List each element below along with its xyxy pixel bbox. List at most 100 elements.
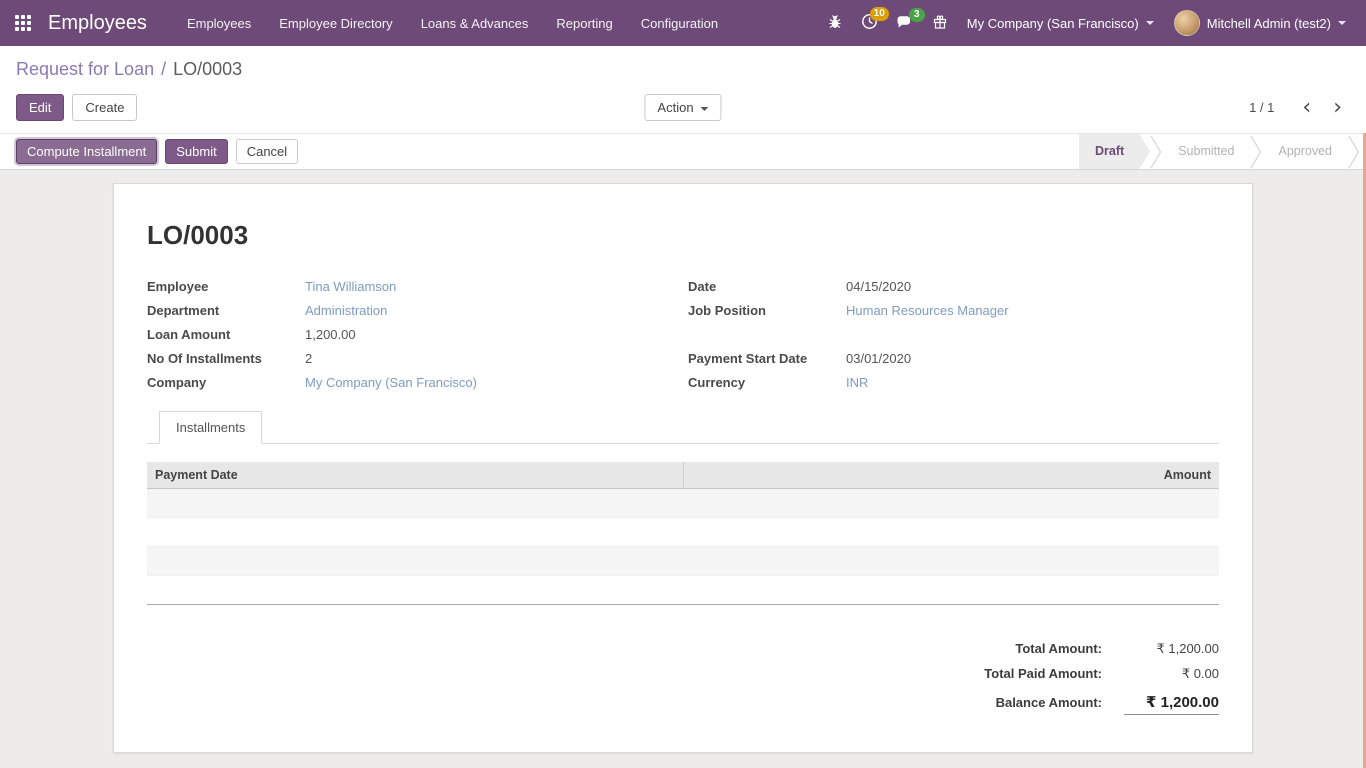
field-payment-start-date: Payment Start Date 03/01/2020: [688, 347, 1219, 371]
statusbar-arrow-icon: [1250, 134, 1262, 169]
gift-icon: [932, 14, 948, 33]
apps-grid-icon: [15, 15, 31, 31]
tab-installments[interactable]: Installments: [159, 411, 262, 444]
field-loan-amount: Loan Amount 1,200.00: [147, 323, 678, 347]
user-avatar: [1174, 10, 1200, 36]
field-installments-count: No Of Installments 2: [147, 347, 678, 371]
field-loan-amount-label: Loan Amount: [147, 327, 305, 343]
action-label: Action: [657, 100, 693, 115]
status-approved-label: Approved: [1278, 144, 1332, 158]
field-loan-amount-value: 1,200.00: [305, 327, 356, 343]
breadcrumb: Request for Loan / LO/0003: [0, 46, 1366, 87]
field-department-label: Department: [147, 303, 305, 319]
compute-installment-button[interactable]: Compute Installment: [16, 139, 157, 164]
status-submitted-label: Submitted: [1178, 144, 1234, 158]
field-column-right: Date 04/15/2020 Job Position Human Resou…: [688, 275, 1219, 395]
user-menu[interactable]: Mitchell Admin (test2): [1164, 0, 1356, 46]
total-paid-row: Total Paid Amount: ₹ 0.00: [984, 666, 1219, 682]
company-switcher[interactable]: My Company (San Francisco): [957, 0, 1164, 46]
notebook-tabs: Installments: [147, 411, 1219, 444]
navbar-systray: 10 3: [818, 0, 1356, 46]
breadcrumb-parent-link[interactable]: Request for Loan: [16, 59, 154, 80]
pager: 1 / 1 ‹ ›: [1249, 100, 1350, 116]
pager-next-button[interactable]: ›: [1325, 100, 1350, 116]
control-panel-buttons: Edit Create: [16, 94, 137, 121]
cancel-button[interactable]: Cancel: [236, 139, 298, 164]
submit-button[interactable]: Submit: [165, 139, 227, 164]
field-company-value[interactable]: My Company (San Francisco): [305, 375, 477, 391]
field-department-value[interactable]: Administration: [305, 303, 387, 319]
installment-empty-row: [147, 547, 1219, 576]
totals-block: Total Amount: ₹ 1,200.00 Total Paid Amou…: [147, 641, 1219, 724]
column-amount[interactable]: Amount: [683, 462, 1219, 488]
field-employee-value[interactable]: Tina Williamson: [305, 279, 396, 295]
total-paid-label: Total Paid Amount:: [984, 666, 1102, 681]
field-department: Department Administration: [147, 299, 678, 323]
create-button[interactable]: Create: [72, 94, 137, 121]
status-draft[interactable]: Draft: [1079, 134, 1150, 169]
pager-previous-button[interactable]: ‹: [1294, 100, 1319, 116]
column-payment-date[interactable]: Payment Date: [147, 462, 683, 488]
field-spacer-row: [688, 323, 1219, 347]
total-amount-label: Total Amount:: [1015, 641, 1102, 656]
total-amount-value: ₹ 1,200.00: [1124, 641, 1219, 657]
top-navbar: Employees Employees Employee Directory L…: [0, 0, 1366, 46]
field-job-position-label: Job Position: [688, 303, 846, 319]
field-job-position-value[interactable]: Human Resources Manager: [846, 303, 1009, 319]
top-menu: Employees Employee Directory Loans & Adv…: [173, 0, 732, 46]
bug-icon: [827, 14, 843, 33]
field-date: Date 04/15/2020: [688, 275, 1219, 299]
field-installments-count-label: No Of Installments: [147, 351, 305, 367]
field-date-label: Date: [688, 279, 846, 295]
user-name: Mitchell Admin (test2): [1207, 16, 1331, 31]
field-currency-label: Currency: [688, 375, 846, 391]
control-panel: Edit Create Action 1 / 1 ‹ ›: [0, 87, 1366, 133]
rewards-button[interactable]: [923, 8, 957, 39]
messages-button[interactable]: 3: [887, 8, 923, 39]
apps-menu-button[interactable]: [4, 0, 42, 46]
form-statusbar: Compute Installment Submit Cancel Draft …: [0, 133, 1366, 170]
field-currency-value[interactable]: INR: [846, 375, 868, 391]
balance-amount-value: ₹ 1,200.00: [1124, 693, 1219, 715]
status-submitted[interactable]: Submitted: [1162, 134, 1250, 169]
menu-item-employee-directory[interactable]: Employee Directory: [265, 0, 406, 46]
caret-down-icon: [701, 107, 709, 111]
content-area: LO/0003 Employee Tina Williamson Departm…: [0, 170, 1366, 747]
breadcrumb-current: LO/0003: [173, 59, 242, 80]
menu-item-employees[interactable]: Employees: [173, 0, 265, 46]
balance-amount-row: Balance Amount: ₹ 1,200.00: [996, 693, 1219, 715]
edit-button[interactable]: Edit: [16, 94, 64, 121]
caret-down-icon: [1338, 21, 1346, 25]
field-company: Company My Company (San Francisco): [147, 371, 678, 395]
installment-empty-row: [147, 518, 1219, 547]
installments-table-header: Payment Date Amount: [147, 462, 1219, 489]
menu-item-configuration[interactable]: Configuration: [627, 0, 732, 46]
status-draft-label: Draft: [1095, 144, 1124, 158]
company-name: My Company (San Francisco): [967, 16, 1139, 31]
installment-empty-row: [147, 576, 1219, 605]
field-spacer-label: [688, 327, 846, 343]
statusbar-arrow-icon: [1348, 134, 1360, 169]
app-name[interactable]: Employees: [48, 12, 147, 35]
debug-mode-button[interactable]: [818, 8, 852, 39]
activities-button[interactable]: 10: [852, 7, 887, 39]
field-column-left: Employee Tina Williamson Department Admi…: [147, 275, 678, 395]
field-installments-count-value: 2: [305, 351, 312, 367]
field-payment-start-date-label: Payment Start Date: [688, 351, 846, 367]
action-dropdown-button[interactable]: Action: [644, 94, 721, 121]
statusbar-states: Draft Submitted Approved: [1079, 134, 1366, 169]
menu-item-loans-advances[interactable]: Loans & Advances: [407, 0, 543, 46]
menu-item-reporting[interactable]: Reporting: [542, 0, 626, 46]
field-payment-start-date-value: 03/01/2020: [846, 351, 911, 367]
action-menu-wrap: Action: [644, 94, 721, 121]
pager-count: 1 / 1: [1249, 100, 1274, 115]
form-sheet: LO/0003 Employee Tina Williamson Departm…: [113, 183, 1253, 753]
field-date-value: 04/15/2020: [846, 279, 911, 295]
breadcrumb-separator: /: [161, 59, 166, 80]
status-approved[interactable]: Approved: [1262, 134, 1348, 169]
navbar-left: Employees Employees Employee Directory L…: [4, 0, 732, 46]
field-employee-label: Employee: [147, 279, 305, 295]
caret-down-icon: [1146, 21, 1154, 25]
field-grid: Employee Tina Williamson Department Admi…: [147, 275, 1219, 395]
field-company-label: Company: [147, 375, 305, 391]
